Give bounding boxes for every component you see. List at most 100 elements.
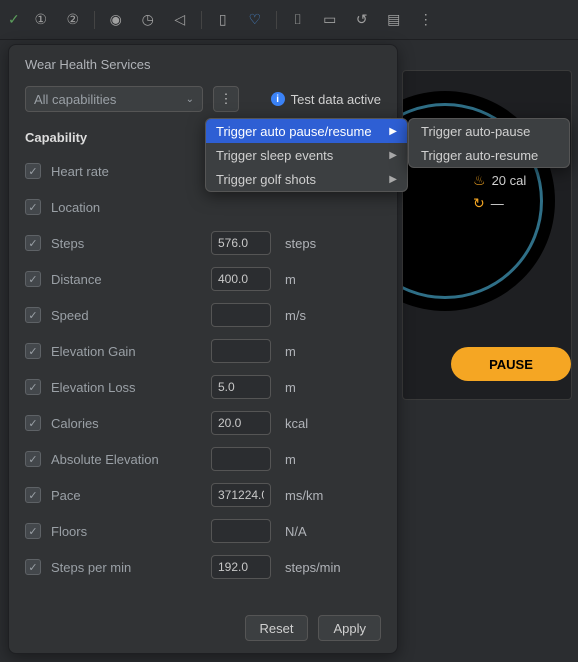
status-label: Test data active bbox=[291, 92, 381, 107]
capability-checkbox[interactable]: ✓ bbox=[25, 271, 41, 287]
fire-icon: ♨ bbox=[473, 172, 486, 189]
status-row: i Test data active bbox=[271, 92, 381, 107]
menu-item[interactable]: Trigger auto pause/resume ▶ bbox=[206, 119, 407, 143]
capability-input[interactable] bbox=[211, 447, 271, 471]
capability-row: ✓ Pace ms/km bbox=[25, 477, 381, 513]
menu-item[interactable]: Trigger sleep events ▶ bbox=[206, 143, 407, 167]
capability-unit: steps bbox=[285, 236, 316, 251]
divider bbox=[201, 11, 202, 29]
watch-calories: 20 cal bbox=[492, 173, 527, 188]
capability-checkbox[interactable]: ✓ bbox=[25, 307, 41, 323]
reset-button[interactable]: Reset bbox=[245, 615, 309, 641]
capability-label: Elevation Gain bbox=[51, 344, 201, 359]
capability-unit: m bbox=[285, 380, 296, 395]
overflow-icon[interactable]: ⋮ bbox=[415, 9, 437, 31]
chevron-right-icon: ▶ bbox=[389, 150, 397, 161]
capability-checkbox[interactable]: ✓ bbox=[25, 379, 41, 395]
capabilities-select[interactable]: All capabilities ⌄ bbox=[25, 86, 203, 112]
capability-label: Speed bbox=[51, 308, 201, 323]
capability-row: ✓ Steps per min steps/min bbox=[25, 549, 381, 585]
device-icon[interactable]: ▯ bbox=[212, 9, 234, 31]
capability-label: Pace bbox=[51, 488, 201, 503]
capability-input[interactable] bbox=[211, 411, 271, 435]
capability-unit: m/s bbox=[285, 308, 306, 323]
cards-icon[interactable]: ▤ bbox=[383, 9, 405, 31]
menu-item-label: Trigger sleep events bbox=[216, 148, 333, 163]
capability-unit: ms/km bbox=[285, 488, 323, 503]
capability-input[interactable] bbox=[211, 555, 271, 579]
menu-item-label: Trigger golf shots bbox=[216, 172, 316, 187]
timer2-icon[interactable]: ② bbox=[62, 9, 84, 31]
watch-dash-row: ↻ — bbox=[473, 195, 572, 212]
capability-row: ✓ Elevation Gain m bbox=[25, 333, 381, 369]
check-icon: ✓ bbox=[8, 11, 20, 28]
capability-row: ✓ Speed m/s bbox=[25, 297, 381, 333]
apply-button[interactable]: Apply bbox=[318, 615, 381, 641]
capability-label: Steps per min bbox=[51, 560, 201, 575]
capability-label: Distance bbox=[51, 272, 201, 287]
submenu-item-label: Trigger auto-pause bbox=[421, 124, 530, 139]
capability-unit: m bbox=[285, 272, 296, 287]
capability-row: ✓ Floors N/A bbox=[25, 513, 381, 549]
capability-input[interactable] bbox=[211, 303, 271, 327]
divider bbox=[94, 11, 95, 29]
more-button[interactable]: ⋮ bbox=[213, 86, 239, 112]
capability-checkbox[interactable]: ✓ bbox=[25, 487, 41, 503]
video-icon[interactable]: ▭ bbox=[319, 9, 341, 31]
capability-label: Heart rate bbox=[51, 164, 201, 179]
capability-unit: kcal bbox=[285, 416, 308, 431]
capability-row: ✓ Steps steps bbox=[25, 225, 381, 261]
submenu-item-label: Trigger auto-resume bbox=[421, 148, 538, 163]
capability-label: Absolute Elevation bbox=[51, 452, 201, 467]
capability-unit: steps/min bbox=[285, 560, 341, 575]
capability-checkbox[interactable]: ✓ bbox=[25, 163, 41, 179]
capability-input[interactable] bbox=[211, 267, 271, 291]
capability-checkbox[interactable]: ✓ bbox=[25, 343, 41, 359]
menu-item-label: Trigger auto pause/resume bbox=[216, 124, 372, 139]
capability-checkbox[interactable]: ✓ bbox=[25, 235, 41, 251]
capability-row: ✓ Elevation Loss m bbox=[25, 369, 381, 405]
reload-icon[interactable]: ↺ bbox=[351, 9, 373, 31]
divider bbox=[276, 11, 277, 29]
capability-row: ✓ Location bbox=[25, 189, 381, 225]
capability-checkbox[interactable]: ✓ bbox=[25, 523, 41, 539]
clock-icon[interactable]: ◷ bbox=[137, 9, 159, 31]
timer1-icon[interactable]: ① bbox=[30, 9, 52, 31]
capability-input[interactable] bbox=[211, 339, 271, 363]
capability-unit: m bbox=[285, 452, 296, 467]
menu-item[interactable]: Trigger golf shots▶ bbox=[206, 167, 407, 191]
capability-label: Floors bbox=[51, 524, 201, 539]
heart-icon[interactable]: ♡ bbox=[244, 9, 266, 31]
capability-label: Calories bbox=[51, 416, 201, 431]
pause-button[interactable]: PAUSE bbox=[451, 347, 571, 381]
trigger-menu: Trigger auto pause/resume▶Trigger sleep … bbox=[205, 118, 408, 192]
capability-input[interactable] bbox=[211, 483, 271, 507]
camera-icon[interactable]: ⌷ bbox=[287, 9, 309, 31]
watch-calories-row: ♨ 20 cal bbox=[473, 172, 572, 189]
play-icon[interactable]: ◁ bbox=[169, 9, 191, 31]
capability-row: ✓ Absolute Elevation m bbox=[25, 441, 381, 477]
toolbar: ✓ ① ② ◉ ◷ ◁ ▯ ♡ ⌷ ▭ ↺ ▤ ⋮ bbox=[0, 0, 578, 40]
capability-checkbox[interactable]: ✓ bbox=[25, 559, 41, 575]
chevron-down-icon: ⌄ bbox=[186, 94, 194, 105]
chevron-right-icon: ▶ bbox=[389, 126, 397, 137]
capability-row: ✓ Calories kcal bbox=[25, 405, 381, 441]
capability-checkbox[interactable]: ✓ bbox=[25, 451, 41, 467]
capability-unit: m bbox=[285, 344, 296, 359]
globe-icon[interactable]: ◉ bbox=[105, 9, 127, 31]
submenu-item[interactable]: Trigger auto-pause bbox=[409, 119, 569, 143]
capability-checkbox[interactable]: ✓ bbox=[25, 415, 41, 431]
watch-dash: — bbox=[491, 196, 504, 211]
capability-unit: N/A bbox=[285, 524, 307, 539]
capability-row: ✓ Distance m bbox=[25, 261, 381, 297]
capability-label: Location bbox=[51, 200, 201, 215]
capability-checkbox[interactable]: ✓ bbox=[25, 199, 41, 215]
capability-input[interactable] bbox=[211, 375, 271, 399]
capability-label: Elevation Loss bbox=[51, 380, 201, 395]
submenu-item[interactable]: Trigger auto-resume bbox=[409, 143, 569, 167]
capabilities-select-label: All capabilities bbox=[34, 92, 116, 107]
capability-input[interactable] bbox=[211, 519, 271, 543]
capability-input[interactable] bbox=[211, 231, 271, 255]
info-icon: i bbox=[271, 92, 285, 106]
trigger-submenu: Trigger auto-pause Trigger auto-resume bbox=[408, 118, 570, 168]
